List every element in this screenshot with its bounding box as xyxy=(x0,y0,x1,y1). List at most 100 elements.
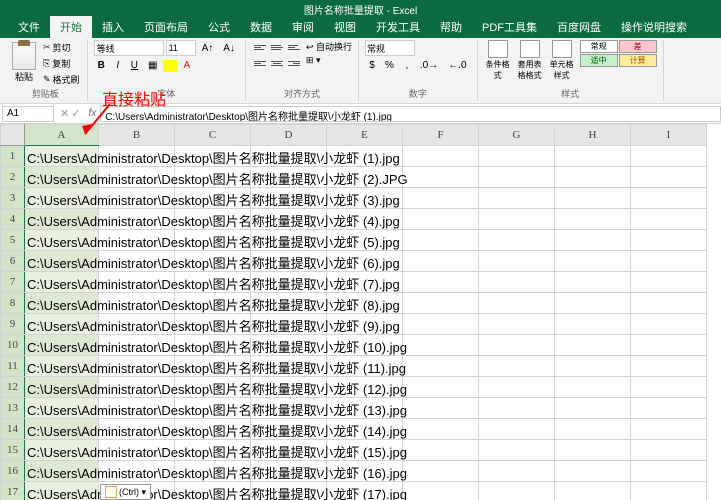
accept-formula-icon[interactable]: ✓ xyxy=(71,107,80,120)
cell-G11[interactable] xyxy=(479,356,555,377)
cell-H4[interactable] xyxy=(555,209,631,230)
cell-F13[interactable] xyxy=(403,398,479,419)
row-header-11[interactable]: 11 xyxy=(1,356,25,377)
cell-G2[interactable] xyxy=(479,167,555,188)
wrap-text-button[interactable]: ↩ 自动换行 xyxy=(306,40,352,53)
cell-A9[interactable]: C:\Users\Administrator\Desktop\图片名称批量提取\… xyxy=(25,314,99,335)
cell-G15[interactable] xyxy=(479,440,555,461)
row-header-6[interactable]: 6 xyxy=(1,251,25,272)
tab-5[interactable]: 审阅 xyxy=(282,16,324,38)
increase-font-button[interactable]: A↑ xyxy=(198,41,218,56)
conditional-format-button[interactable]: 条件格式 xyxy=(484,40,512,81)
tab-4[interactable]: 数据 xyxy=(240,16,282,38)
border-button[interactable]: ▦ xyxy=(144,58,161,73)
cell-A7[interactable]: C:\Users\Administrator\Desktop\图片名称批量提取\… xyxy=(25,272,99,293)
percent-button[interactable]: % xyxy=(381,58,398,73)
row-header-1[interactable]: 1 xyxy=(1,146,25,167)
cell-I13[interactable] xyxy=(631,398,707,419)
cell-A14[interactable]: C:\Users\Administrator\Desktop\图片名称批量提取\… xyxy=(25,419,99,440)
row-header-12[interactable]: 12 xyxy=(1,377,25,398)
paste-button[interactable]: 粘贴 xyxy=(10,40,38,85)
bold-button[interactable]: B xyxy=(94,58,109,73)
cell-F4[interactable] xyxy=(403,209,479,230)
cell-F10[interactable] xyxy=(403,335,479,356)
cell-I3[interactable] xyxy=(631,188,707,209)
row-header-5[interactable]: 5 xyxy=(1,230,25,251)
cell-F7[interactable] xyxy=(403,272,479,293)
cell-A6[interactable]: C:\Users\Administrator\Desktop\图片名称批量提取\… xyxy=(25,251,99,272)
cell-H11[interactable] xyxy=(555,356,631,377)
cell-I2[interactable] xyxy=(631,167,707,188)
table-format-button[interactable]: 套用表格格式 xyxy=(516,40,544,81)
font-size-select[interactable] xyxy=(166,40,196,56)
font-family-select[interactable] xyxy=(94,40,164,56)
increase-decimal-button[interactable]: .0→ xyxy=(416,58,442,73)
italic-button[interactable]: I xyxy=(111,58,125,73)
cell-F8[interactable] xyxy=(403,293,479,314)
style-bad[interactable]: 差 xyxy=(619,40,657,53)
align-left-button[interactable] xyxy=(252,56,268,70)
cell-G10[interactable] xyxy=(479,335,555,356)
column-header-E[interactable]: E xyxy=(327,125,403,146)
cell-I5[interactable] xyxy=(631,230,707,251)
cell-I14[interactable] xyxy=(631,419,707,440)
tab-1[interactable]: 插入 xyxy=(92,16,134,38)
cell-G7[interactable] xyxy=(479,272,555,293)
column-header-A[interactable]: A xyxy=(25,125,99,146)
cell-F14[interactable] xyxy=(403,419,479,440)
tab-7[interactable]: 开发工具 xyxy=(366,16,430,38)
cell-H10[interactable] xyxy=(555,335,631,356)
cell-A17[interactable]: C:\Users\Administrator\Desktop\图片名称批量提取\… xyxy=(25,482,99,500)
cell-G12[interactable] xyxy=(479,377,555,398)
cell-H7[interactable] xyxy=(555,272,631,293)
currency-button[interactable]: $ xyxy=(365,58,379,73)
cell-I17[interactable] xyxy=(631,482,707,500)
column-header-I[interactable]: I xyxy=(631,125,707,146)
cell-F17[interactable] xyxy=(403,482,479,500)
cell-I9[interactable] xyxy=(631,314,707,335)
cell-A10[interactable]: C:\Users\Administrator\Desktop\图片名称批量提取\… xyxy=(25,335,99,356)
spreadsheet-grid[interactable]: ABCDEFGHI1C:\Users\Administrator\Desktop… xyxy=(0,124,721,500)
font-color-button[interactable]: A xyxy=(179,58,194,73)
file-menu[interactable]: 文件 xyxy=(8,16,50,38)
cell-H5[interactable] xyxy=(555,230,631,251)
cell-F3[interactable] xyxy=(403,188,479,209)
cell-I16[interactable] xyxy=(631,461,707,482)
cell-styles-button[interactable]: 单元格样式 xyxy=(548,40,576,81)
cell-F12[interactable] xyxy=(403,377,479,398)
cell-H3[interactable] xyxy=(555,188,631,209)
row-header-4[interactable]: 4 xyxy=(1,209,25,230)
row-header-16[interactable]: 16 xyxy=(1,461,25,482)
cell-A8[interactable]: C:\Users\Administrator\Desktop\图片名称批量提取\… xyxy=(25,293,99,314)
select-all-corner[interactable] xyxy=(1,125,25,146)
cell-F2[interactable] xyxy=(403,167,479,188)
fx-icon[interactable]: fx xyxy=(84,108,100,119)
row-header-17[interactable]: 17 xyxy=(1,482,25,500)
cell-H12[interactable] xyxy=(555,377,631,398)
column-header-G[interactable]: G xyxy=(479,125,555,146)
cell-F16[interactable] xyxy=(403,461,479,482)
row-header-10[interactable]: 10 xyxy=(1,335,25,356)
cell-A15[interactable]: C:\Users\Administrator\Desktop\图片名称批量提取\… xyxy=(25,440,99,461)
cell-A5[interactable]: C:\Users\Administrator\Desktop\图片名称批量提取\… xyxy=(25,230,99,251)
cell-H13[interactable] xyxy=(555,398,631,419)
cell-I1[interactable] xyxy=(631,146,707,167)
name-box[interactable] xyxy=(2,106,54,122)
underline-button[interactable]: U xyxy=(127,58,142,73)
cell-F1[interactable] xyxy=(403,146,479,167)
tab-8[interactable]: 帮助 xyxy=(430,16,472,38)
cell-I11[interactable] xyxy=(631,356,707,377)
align-right-button[interactable] xyxy=(286,56,302,70)
cell-F11[interactable] xyxy=(403,356,479,377)
copy-button[interactable]: ⎘复制 xyxy=(42,56,81,71)
cell-I8[interactable] xyxy=(631,293,707,314)
cell-G9[interactable] xyxy=(479,314,555,335)
cell-G17[interactable] xyxy=(479,482,555,500)
cell-I12[interactable] xyxy=(631,377,707,398)
cell-G3[interactable] xyxy=(479,188,555,209)
row-header-9[interactable]: 9 xyxy=(1,314,25,335)
tab-0[interactable]: 开始 xyxy=(50,16,92,38)
cell-A3[interactable]: C:\Users\Administrator\Desktop\图片名称批量提取\… xyxy=(25,188,99,209)
decrease-decimal-button[interactable]: ←.0 xyxy=(444,58,470,73)
row-header-2[interactable]: 2 xyxy=(1,167,25,188)
